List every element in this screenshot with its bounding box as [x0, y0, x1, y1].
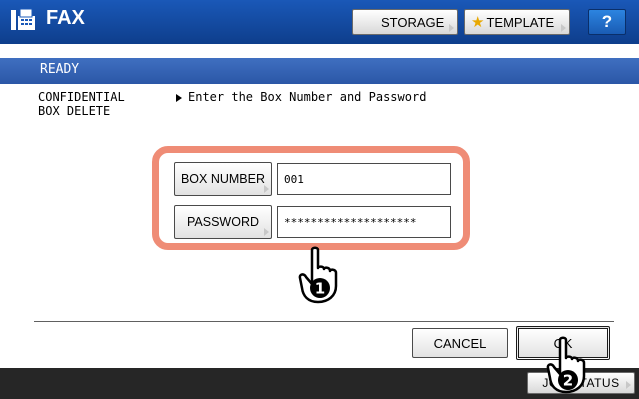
- pointing-hand-icon: 2: [546, 336, 586, 394]
- divider: [34, 321, 614, 322]
- cancel-label: CANCEL: [433, 335, 487, 351]
- submenu-arrow-icon: [561, 24, 566, 32]
- instruction-text: Enter the Box Number and Password: [188, 90, 427, 104]
- step-1-number: 1: [315, 280, 325, 298]
- storage-label: STORAGE: [381, 14, 445, 30]
- password-button[interactable]: PASSWORD: [174, 205, 272, 239]
- arrow-right-icon: [176, 93, 182, 102]
- status-area: READY: [0, 44, 639, 84]
- password-field[interactable]: ********************: [277, 206, 451, 238]
- password-label: PASSWORD: [187, 215, 259, 229]
- submenu-arrow-icon: [626, 381, 631, 389]
- storage-button[interactable]: STORAGE: [352, 9, 458, 35]
- instruction: Enter the Box Number and Password: [176, 90, 426, 104]
- pointing-hand-icon: 1: [298, 246, 338, 304]
- help-label: ?: [601, 12, 613, 31]
- app-title: FAX: [46, 7, 85, 29]
- password-value: ********************: [284, 215, 417, 229]
- status-band: [0, 58, 639, 84]
- fax-machine-icon: [11, 8, 35, 30]
- template-label: TEMPLATE: [486, 14, 555, 30]
- function-name: CONFIDENTIAL BOX DELETE: [38, 90, 125, 118]
- cancel-button[interactable]: CANCEL: [412, 328, 508, 358]
- step-2-number: 2: [563, 372, 573, 390]
- function-name-line2: BOX DELETE: [38, 104, 111, 118]
- help-button[interactable]: ?: [588, 9, 626, 35]
- template-button[interactable]: ★ TEMPLATE: [464, 9, 570, 35]
- status-text: READY: [40, 62, 80, 77]
- submenu-arrow-icon: [264, 228, 269, 236]
- star-icon: ★: [471, 14, 485, 31]
- submenu-arrow-icon: [264, 185, 269, 193]
- box-number-field[interactable]: 001: [277, 163, 451, 195]
- box-number-button[interactable]: BOX NUMBER: [174, 162, 272, 196]
- box-number-value: 001: [284, 172, 304, 186]
- header-bar: FAX STORAGE ★ TEMPLATE ?: [0, 0, 639, 44]
- submenu-arrow-icon: [449, 24, 454, 32]
- function-name-line1: CONFIDENTIAL: [38, 90, 125, 104]
- box-number-label: BOX NUMBER: [180, 172, 266, 186]
